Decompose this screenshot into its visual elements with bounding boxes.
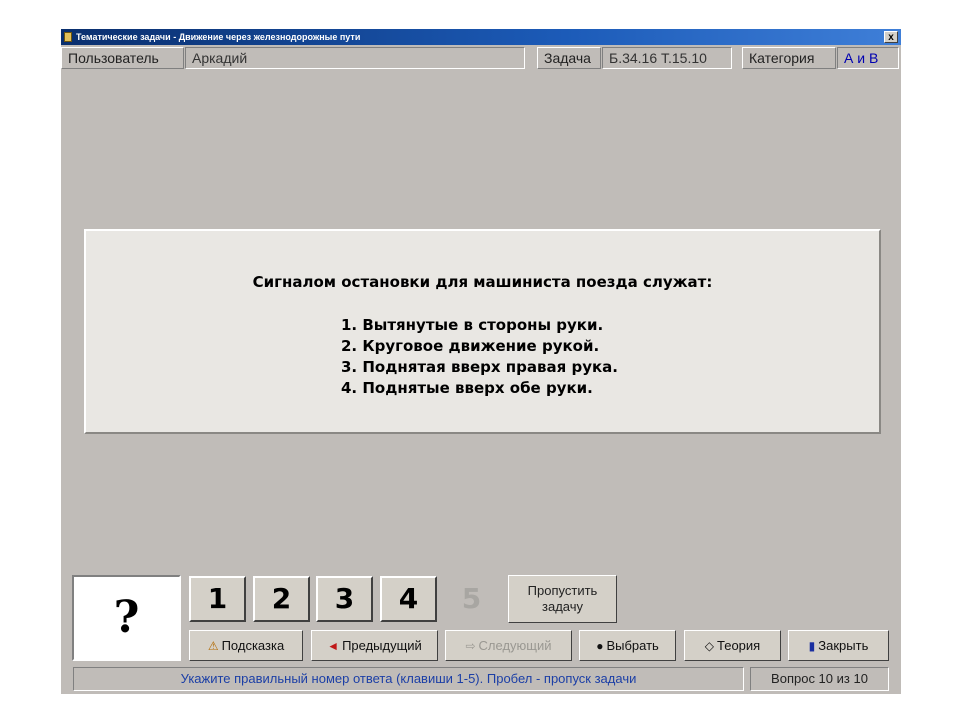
user-name: Аркадий xyxy=(185,47,525,69)
category-value: А и В xyxy=(837,47,899,69)
title-bar: Тематические задачи - Движение через жел… xyxy=(61,29,901,45)
question-progress: Вопрос 10 из 10 xyxy=(750,667,889,691)
answer-3-button[interactable]: 3 xyxy=(316,576,373,622)
answer-indicator: ? xyxy=(72,575,181,661)
status-message: Укажите правильный номер ответа (клавиши… xyxy=(73,667,744,691)
app-window: Тематические задачи - Движение через жел… xyxy=(61,29,901,694)
status-bar: Укажите правильный номер ответа (клавиши… xyxy=(61,667,901,691)
answer-1-button[interactable]: 1 xyxy=(189,576,246,622)
arrow-left-icon: ◄ xyxy=(327,639,340,653)
answer-2-button[interactable]: 2 xyxy=(253,576,310,622)
arrow-right-icon: ⇨ xyxy=(465,639,476,653)
answer-5-button: 5 xyxy=(461,582,482,615)
info-bar: Пользователь Аркадий Задача Б.34.16 Т.15… xyxy=(61,47,901,69)
diamond-icon: ◇ xyxy=(704,639,715,653)
close-button[interactable]: ▮ Закрыть xyxy=(788,630,889,661)
user-label: Пользователь xyxy=(61,47,184,69)
task-code: Б.34.16 Т.15.10 xyxy=(602,47,732,69)
hint-button[interactable]: ⚠ Подсказка xyxy=(189,630,303,661)
skip-task-button[interactable]: Пропустить задачу xyxy=(508,575,617,623)
choose-button[interactable]: ● Выбрать xyxy=(579,630,676,661)
answer-option: 4. Поднятые вверх обе руки. xyxy=(341,379,593,397)
answer-option: 3. Поднятая вверх правая рука. xyxy=(341,358,618,376)
task-label: Задача xyxy=(537,47,601,69)
question-panel: Сигналом остановки для машиниста поезда … xyxy=(84,229,881,434)
answer-option: 1. Вытянутые в стороны руки. xyxy=(341,316,604,334)
stamp-icon: ● xyxy=(596,639,604,653)
question-text: Сигналом остановки для машиниста поезда … xyxy=(252,273,713,291)
previous-button[interactable]: ◄ Предыдущий xyxy=(311,630,438,661)
skip-label-line2: задачу xyxy=(542,599,583,614)
theory-button[interactable]: ◇ Теория xyxy=(684,630,781,661)
next-button: ⇨ Следующий xyxy=(445,630,572,661)
window-title: Тематические задачи - Движение через жел… xyxy=(76,32,361,42)
close-window-button[interactable]: x xyxy=(884,31,898,43)
warning-triangle-icon: ⚠ xyxy=(207,639,219,653)
category-label: Категория xyxy=(742,47,836,69)
door-icon: ▮ xyxy=(808,639,816,653)
answer-4-button[interactable]: 4 xyxy=(380,576,437,622)
answer-option: 2. Круговое движение рукой. xyxy=(341,337,600,355)
app-icon xyxy=(64,32,72,42)
answer-list: 1. Вытянутые в стороны руки. 2. Круговое… xyxy=(341,315,618,399)
skip-label-line1: Пропустить xyxy=(527,583,598,598)
